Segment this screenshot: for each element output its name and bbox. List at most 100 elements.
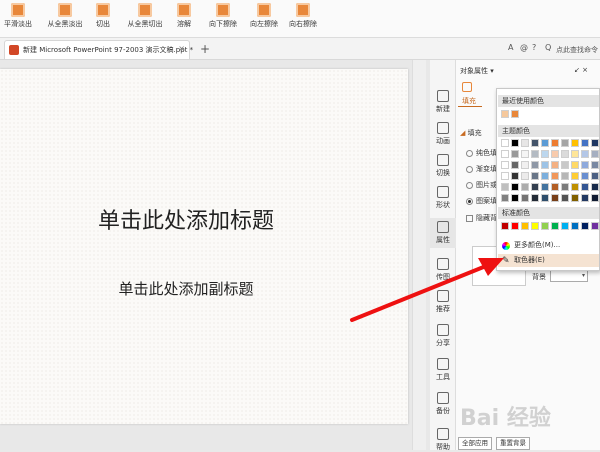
theme-color-swatch[interactable] xyxy=(541,150,549,158)
document-tab[interactable]: 新建 Microsoft PowerPoint 97-2003 演示文稿.ppt… xyxy=(4,40,193,59)
theme-color-swatch[interactable] xyxy=(571,183,579,191)
theme-color-swatch[interactable] xyxy=(531,183,539,191)
theme-color-swatch[interactable] xyxy=(591,183,599,191)
more-colors-item[interactable]: 更多颜色(M)... xyxy=(498,239,599,252)
standard-color-swatch[interactable] xyxy=(551,222,559,230)
standard-color-swatch[interactable] xyxy=(571,222,579,230)
transition-dissolve-button[interactable]: 溶解 xyxy=(172,0,196,36)
standard-color-swatch[interactable] xyxy=(541,222,549,230)
theme-color-swatch[interactable] xyxy=(591,139,599,147)
side-recommend-button[interactable]: 推荐 xyxy=(430,290,456,314)
theme-color-swatch[interactable] xyxy=(501,161,509,169)
transition-wipe-down-button[interactable]: 向下擦除 xyxy=(205,0,241,36)
theme-color-swatch[interactable] xyxy=(501,183,509,191)
theme-color-swatch[interactable] xyxy=(531,161,539,169)
theme-color-swatch[interactable] xyxy=(521,194,529,202)
theme-color-swatch[interactable] xyxy=(561,183,569,191)
theme-color-swatch[interactable] xyxy=(521,139,529,147)
theme-color-swatch[interactable] xyxy=(511,139,519,147)
option-gradient-fill[interactable]: 渐变填 xyxy=(466,164,497,174)
side-help-button[interactable]: 帮助 xyxy=(430,428,456,452)
standard-color-swatch[interactable] xyxy=(501,222,509,230)
help-icon[interactable]: ? xyxy=(532,43,536,52)
panel-close-icon[interactable]: ↙ × xyxy=(574,66,588,74)
standard-color-swatch[interactable] xyxy=(581,222,589,230)
background-color-dropdown[interactable]: ▾ xyxy=(550,270,588,282)
theme-color-swatch[interactable] xyxy=(591,194,599,202)
side-backup-button[interactable]: 备份 xyxy=(430,392,456,416)
option-pattern-fill[interactable]: 图案填 xyxy=(466,196,497,206)
theme-color-swatch[interactable] xyxy=(591,150,599,158)
eyedropper-item[interactable]: ✎ 取色器(E) xyxy=(498,254,599,267)
font-icon[interactable]: A xyxy=(508,43,513,52)
theme-color-swatch[interactable] xyxy=(531,172,539,180)
theme-color-swatch[interactable] xyxy=(551,150,559,158)
theme-color-swatch[interactable] xyxy=(511,161,519,169)
theme-color-swatch[interactable] xyxy=(501,194,509,202)
transition-cut-black-button[interactable]: 从全黑切出 xyxy=(123,0,167,36)
theme-color-swatch[interactable] xyxy=(531,194,539,202)
theme-color-swatch[interactable] xyxy=(591,161,599,169)
theme-color-swatch[interactable] xyxy=(571,194,579,202)
theme-color-swatch[interactable] xyxy=(511,183,519,191)
theme-color-swatch[interactable] xyxy=(571,150,579,158)
standard-color-swatch[interactable] xyxy=(521,222,529,230)
theme-color-swatch[interactable] xyxy=(511,194,519,202)
theme-color-swatch[interactable] xyxy=(551,183,559,191)
theme-color-swatch[interactable] xyxy=(501,172,509,180)
new-tab-button[interactable]: + xyxy=(200,42,210,56)
close-tab-icon[interactable]: × xyxy=(178,44,185,53)
theme-color-swatch[interactable] xyxy=(501,150,509,158)
apply-all-button[interactable]: 全部应用 xyxy=(458,437,492,450)
theme-color-swatch[interactable] xyxy=(541,183,549,191)
theme-color-swatch[interactable] xyxy=(591,172,599,180)
theme-color-swatch[interactable] xyxy=(511,172,519,180)
standard-color-swatch[interactable] xyxy=(511,222,519,230)
theme-color-swatch[interactable] xyxy=(571,172,579,180)
theme-color-swatch[interactable] xyxy=(521,183,529,191)
side-shape-button[interactable]: 形状 xyxy=(430,186,456,210)
hide-background-checkbox[interactable]: 隐藏背 xyxy=(466,213,497,223)
transition-smooth-fade-button[interactable]: 平滑淡出 xyxy=(2,0,34,36)
theme-color-swatch[interactable] xyxy=(551,172,559,180)
theme-color-swatch[interactable] xyxy=(561,139,569,147)
recent-color-swatch[interactable] xyxy=(501,110,509,118)
transition-wipe-left-button[interactable]: 向左擦除 xyxy=(246,0,282,36)
side-transition-button[interactable]: 切换 xyxy=(430,154,456,178)
transition-cut-button[interactable]: 切出 xyxy=(90,0,116,36)
theme-color-swatch[interactable] xyxy=(581,194,589,202)
theme-color-swatch[interactable] xyxy=(531,150,539,158)
side-tools-button[interactable]: 工具 xyxy=(430,358,456,382)
standard-color-swatch[interactable] xyxy=(531,222,539,230)
theme-color-swatch[interactable] xyxy=(551,194,559,202)
side-property-button[interactable]: 属性 xyxy=(430,218,456,248)
theme-color-swatch[interactable] xyxy=(541,172,549,180)
side-new-button[interactable]: 新建 xyxy=(430,90,456,114)
theme-color-swatch[interactable] xyxy=(511,150,519,158)
slide-subtitle-placeholder[interactable]: 单击此处添加副标题 xyxy=(0,278,372,299)
theme-color-swatch[interactable] xyxy=(581,139,589,147)
option-solid-fill[interactable]: 纯色填 xyxy=(466,148,497,158)
slide-canvas[interactable] xyxy=(0,69,408,424)
theme-color-swatch[interactable] xyxy=(581,150,589,158)
theme-color-swatch[interactable] xyxy=(521,150,529,158)
vertical-scrollbar[interactable] xyxy=(412,60,426,450)
theme-color-swatch[interactable] xyxy=(571,139,579,147)
transition-fade-black-button[interactable]: 从全黑淡出 xyxy=(44,0,86,36)
theme-color-swatch[interactable] xyxy=(541,161,549,169)
theme-color-swatch[interactable] xyxy=(571,161,579,169)
reset-background-button[interactable]: 重置背景 xyxy=(496,437,530,450)
theme-color-swatch[interactable] xyxy=(581,183,589,191)
slide-title-placeholder[interactable]: 单击此处添加标题 xyxy=(0,203,372,235)
theme-color-swatch[interactable] xyxy=(551,139,559,147)
transition-wipe-right-button[interactable]: 向右擦除 xyxy=(285,0,321,36)
tab-fill[interactable]: 填充 xyxy=(462,96,476,106)
command-search[interactable]: 点此查找命令 xyxy=(556,45,598,55)
panel-title[interactable]: 对象属性 ▾ xyxy=(460,66,494,76)
theme-color-swatch[interactable] xyxy=(551,161,559,169)
search-icon[interactable]: Q xyxy=(545,43,551,52)
side-picture-button[interactable]: 传图 xyxy=(430,258,456,282)
theme-color-swatch[interactable] xyxy=(581,161,589,169)
recent-color-swatch[interactable] xyxy=(511,110,519,118)
theme-color-swatch[interactable] xyxy=(541,139,549,147)
